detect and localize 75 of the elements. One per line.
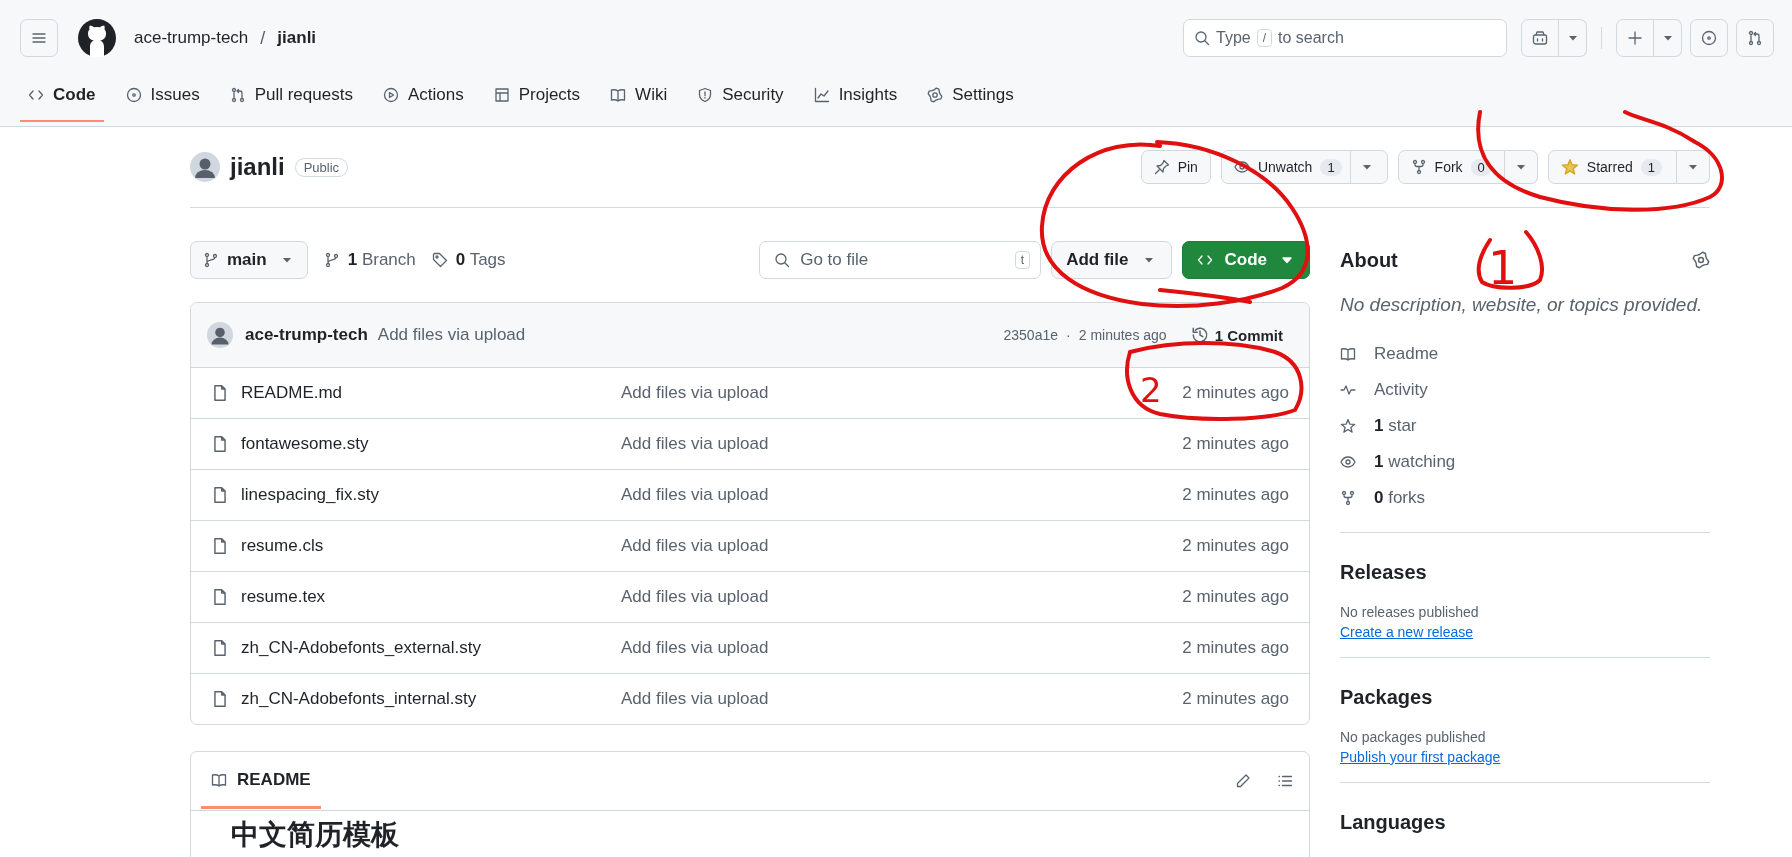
commit-time: 2 minutes ago: [1182, 485, 1289, 505]
file-name[interactable]: zh_CN-Adobefonts_internal.sty: [241, 689, 477, 709]
commit-message[interactable]: Add files via upload: [621, 485, 769, 505]
nav-tab[interactable]: Settings: [919, 72, 1022, 122]
nav-tab[interactable]: Wiki: [602, 72, 676, 122]
commit-time: 2 minutes ago: [1078, 327, 1167, 343]
commit-message[interactable]: Add files via upload: [621, 587, 769, 607]
go-to-file-field[interactable]: Go to file t: [759, 241, 1042, 279]
about-link[interactable]: Readme: [1374, 344, 1439, 364]
commit-time: 2 minutes ago: [1182, 587, 1289, 607]
commit-message[interactable]: Add files via upload: [621, 434, 769, 454]
nav-tab[interactable]: Insights: [805, 72, 906, 122]
tags-link[interactable]: 0 Tags: [455, 250, 506, 270]
empty-note: No packages published: [1340, 729, 1487, 745]
path-separator: /: [260, 27, 266, 49]
about-link[interactable]: Activity: [1374, 380, 1428, 400]
repo-description: No description, website, or topics provided.: [1340, 294, 1704, 316]
section-title: Languages: [1340, 811, 1447, 834]
counter: 1: [1320, 158, 1342, 176]
search-hint: Type: [1216, 29, 1251, 47]
commit-time: 2 minutes ago: [1182, 536, 1289, 556]
empty-note: No releases published: [1340, 604, 1480, 620]
readme-tab[interactable]: README: [201, 753, 321, 809]
commit-message[interactable]: Add files via upload: [621, 689, 769, 709]
nav-tab[interactable]: Code: [20, 72, 104, 122]
publish-package-link[interactable]: Publish your first package: [1340, 749, 1501, 765]
annotation-number: 2: [1140, 370, 1162, 410]
file-name[interactable]: README.md: [241, 383, 343, 403]
nav-tab[interactable]: Actions: [374, 72, 472, 122]
commit-hash[interactable]: 2350a1e: [1003, 327, 1059, 343]
pin-button[interactable]: Pin: [1140, 150, 1211, 184]
search-field[interactable]: Type / to search: [1183, 19, 1507, 57]
code-button[interactable]: Code: [1181, 241, 1310, 279]
watch-button[interactable]: Unwatch 1: [1220, 150, 1388, 184]
about-link[interactable]: 1 watching: [1374, 452, 1456, 472]
file-name[interactable]: zh_CN-Adobefonts_external.sty: [241, 638, 482, 658]
counter: 1: [1640, 158, 1662, 176]
branch-select[interactable]: main: [190, 241, 308, 279]
commits-link[interactable]: 1 Commit: [1190, 326, 1283, 344]
section-title: Packages: [1340, 686, 1434, 709]
owner-link[interactable]: ace-trump-tech: [134, 28, 249, 48]
nav-tab[interactable]: Pull requests: [221, 72, 361, 122]
nav-tab[interactable]: Issues: [117, 72, 208, 122]
commit-time: 2 minutes ago: [1182, 434, 1289, 454]
commit-message[interactable]: Add files via upload: [621, 638, 769, 658]
about-link[interactable]: 0 forks: [1374, 488, 1426, 508]
section-title: Releases: [1340, 561, 1428, 584]
readme-heading: 中文简历模板: [231, 821, 399, 849]
shortcut-key: t: [1014, 251, 1031, 269]
commit-author[interactable]: ace-trump-tech: [245, 325, 368, 345]
annotation-number: 1: [1488, 241, 1518, 295]
commit-time: 2 minutes ago: [1182, 383, 1289, 403]
commit-time: 2 minutes ago: [1182, 689, 1289, 709]
repo-name[interactable]: jianli: [230, 153, 285, 181]
search-hint: to search: [1278, 29, 1344, 47]
shortcut-key: /: [1256, 29, 1273, 47]
fork-button[interactable]: Fork 0: [1397, 150, 1505, 184]
create-release-link[interactable]: Create a new release: [1340, 624, 1474, 640]
file-name[interactable]: resume.tex: [241, 587, 326, 607]
commit-message[interactable]: Add files via upload: [621, 383, 769, 403]
star-button[interactable]: Starred 1: [1547, 150, 1677, 184]
file-name[interactable]: fontawesome.sty: [241, 434, 369, 454]
file-name[interactable]: resume.cls: [241, 536, 324, 556]
nav-tab[interactable]: Security: [689, 72, 792, 122]
nav-tab[interactable]: Projects: [485, 72, 589, 122]
separator-dot: ·: [1066, 327, 1071, 343]
commit-message[interactable]: Add files via upload: [377, 325, 526, 345]
section-title: About: [1340, 248, 1398, 272]
about-link[interactable]: 1 star: [1374, 416, 1417, 436]
repo-link[interactable]: jianli: [277, 28, 317, 48]
commit-message[interactable]: Add files via upload: [621, 536, 769, 556]
file-name[interactable]: linespacing_fix.sty: [241, 485, 379, 505]
add-file-button[interactable]: Add file: [1051, 241, 1172, 279]
branches-link[interactable]: 1 Branch: [347, 250, 416, 270]
commit-time: 2 minutes ago: [1182, 638, 1289, 658]
